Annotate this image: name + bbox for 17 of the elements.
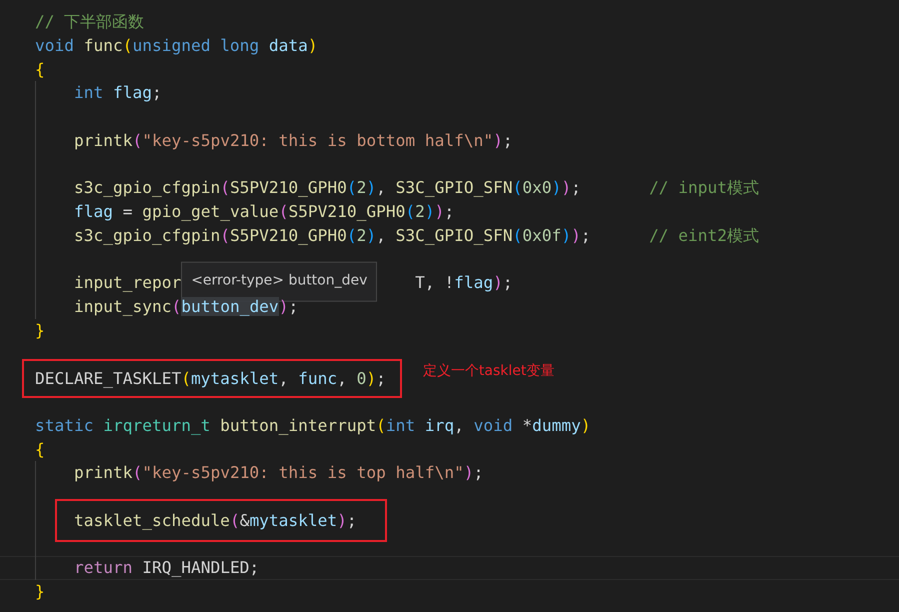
code-line: } <box>35 581 45 603</box>
code-line: flag = gpio_get_value(S5PV210_GPH0(2)); <box>74 201 454 223</box>
code-line: void func(unsigned long data) <box>35 34 318 57</box>
code-line: DECLARE_TASKLET(mytasklet, func, 0); <box>35 368 386 388</box>
annotation-text: 定义一个tasklet变量 <box>422 362 554 380</box>
code-line: // 下半部函数 <box>35 11 144 33</box>
code-line: printk("key-s5pv210: this is top half\n"); <box>74 462 484 484</box>
code-line: tasklet_schedule(&mytasklet); <box>74 511 357 530</box>
code-line: int flag; <box>74 82 162 104</box>
code-line: printk("key-s5pv210: this is bottom half\n"); <box>74 130 513 152</box>
code-line: s3c_gpio_cfgpin(S5PV210_GPH0(2), S3C_GPIO_SFN(0x0)); // input模式 <box>74 177 760 200</box>
code-line: s3c_gpio_cfgpin(S5PV210_GPH0(2), S3C_GPIO_SFN(0x0f)); // eint2模式 <box>74 224 760 247</box>
code-line: return IRQ_HANDLED; <box>74 557 260 580</box>
code-line: { <box>35 438 45 460</box>
code-line: { <box>35 58 45 80</box>
code-line: } <box>35 320 45 342</box>
code-line: static irqreturn_t button_interrupt(int irq, void *dummy) <box>35 414 591 437</box>
